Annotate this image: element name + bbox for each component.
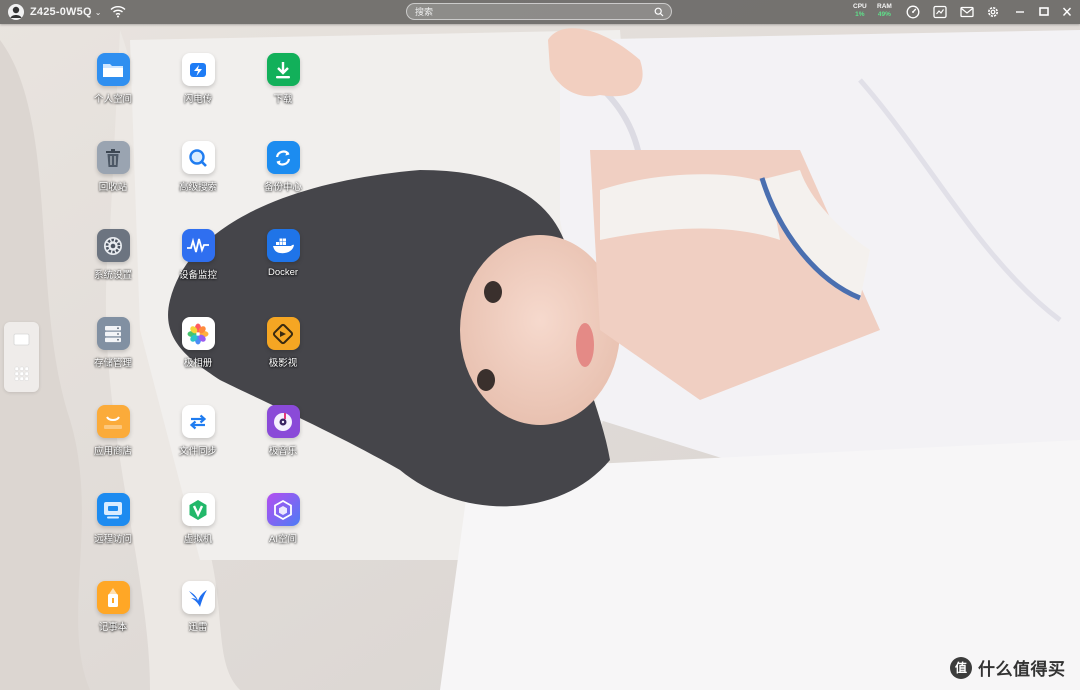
app-grid-icon[interactable] [13,365,30,382]
app-ai-space[interactable]: AI空间 [238,493,328,575]
storage-drive-icon [96,317,130,350]
app-xunlei[interactable]: 迅雷 [153,581,243,663]
magnifier-icon [181,141,215,174]
app-label: 极音乐 [268,446,298,457]
app-label: 应用商店 [93,446,132,457]
resource-monitor-icon[interactable] [933,5,947,22]
cpu-value: 1% [855,11,865,18]
app-personal-space[interactable]: 个人空间 [68,53,158,135]
search-input[interactable] [407,4,651,19]
watermark-text: 什么值得买 [978,660,1066,679]
app-label: AI空间 [269,534,297,545]
speed-gauge-icon[interactable] [906,5,920,22]
docker-whale-icon [266,229,300,262]
app-label: 个人空间 [93,94,132,105]
gear-icon[interactable] [986,5,1000,22]
device-name: Z425-0W5Q [30,6,92,18]
app-label: 下载 [273,94,293,105]
app-label: 备份中心 [263,182,302,193]
app-device-monitor[interactable]: 设备监控 [153,229,243,311]
avatar-icon [10,6,22,18]
gear-icon [96,229,130,262]
close-icon[interactable] [1061,5,1073,22]
app-label: Docker [267,267,299,278]
trash-icon [96,141,130,174]
app-label: 迅雷 [188,622,208,633]
app-video[interactable]: 极影视 [238,317,328,399]
app-label: 系统设置 [93,270,132,281]
app-storage-management[interactable]: 存储管理 [68,317,158,399]
ram-usage: RAM 49% [877,3,892,19]
cpu-label: CPU [853,3,867,10]
film-icon [266,317,300,350]
app-remote-access[interactable]: 远程访问 [68,493,158,575]
wifi-icon[interactable] [110,5,126,21]
notepad-pencil-icon [96,581,130,614]
app-label: 远程访问 [93,534,132,545]
search-icon[interactable] [654,7,664,20]
xunlei-bird-icon [181,581,215,614]
music-disc-icon [266,405,300,438]
app-recycle-bin[interactable]: 回收站 [68,141,158,223]
ram-label: RAM [877,3,892,10]
download-icon [266,53,300,86]
cpu-usage: CPU 1% [853,3,867,19]
app-label: 闪电传 [183,94,213,105]
show-desktop-icon[interactable] [13,331,30,348]
ram-value: 49% [877,11,891,18]
watermark-mark-glyph: 值 [954,661,967,675]
chevron-down-icon: ⌄ [94,7,102,17]
watermark-logo: 值 什么值得买 [950,655,1066,680]
app-label: 文件同步 [178,446,217,457]
app-notepad[interactable]: 记事本 [68,581,158,663]
pulse-monitor-icon [181,229,215,262]
side-dock [4,322,39,392]
app-photo-album[interactable]: 极相册 [153,317,243,399]
app-label: 存储管理 [93,358,132,369]
app-system-settings[interactable]: 系统设置 [68,229,158,311]
lightning-transfer-icon [181,53,215,86]
app-label: 设备监控 [178,270,217,281]
app-lightning-transfer[interactable]: 闪电传 [153,53,243,135]
app-docker[interactable]: Docker [238,229,328,311]
folder-icon [96,53,130,86]
remote-window-icon [96,493,130,526]
app-label: 极相册 [183,358,213,369]
app-store[interactable]: 应用商店 [68,405,158,487]
app-download[interactable]: 下载 [238,53,328,135]
file-sync-arrows-icon [181,405,215,438]
app-file-sync[interactable]: 文件同步 [153,405,243,487]
app-label: 记事本 [98,622,128,633]
maximize-icon[interactable] [1038,5,1050,22]
app-label: 回收站 [98,182,128,193]
watermark-mark-icon: 值 [950,656,972,679]
app-label: 高级搜索 [178,182,217,193]
backup-sync-icon [266,141,300,174]
device-switcher[interactable]: Z425-0W5Q ⌄ [8,4,101,20]
minimize-icon[interactable] [1014,5,1026,22]
search-bar [406,3,672,20]
store-bag-icon [96,405,130,438]
top-bar: Z425-0W5Q ⌄ CPU 1% RAM 49% [0,0,1080,24]
avatar [8,4,24,20]
app-virtual-machine[interactable]: 虚拟机 [153,493,243,575]
app-music[interactable]: 极音乐 [238,405,328,487]
ai-cube-icon [266,493,300,526]
virtual-machine-v-icon [181,493,215,526]
photo-flower-icon [181,317,215,350]
app-advanced-search[interactable]: 高级搜索 [153,141,243,223]
app-label: 极影视 [268,358,298,369]
app-label: 虚拟机 [183,534,213,545]
app-backup-center[interactable]: 备份中心 [238,141,328,223]
mail-icon[interactable] [960,5,974,22]
